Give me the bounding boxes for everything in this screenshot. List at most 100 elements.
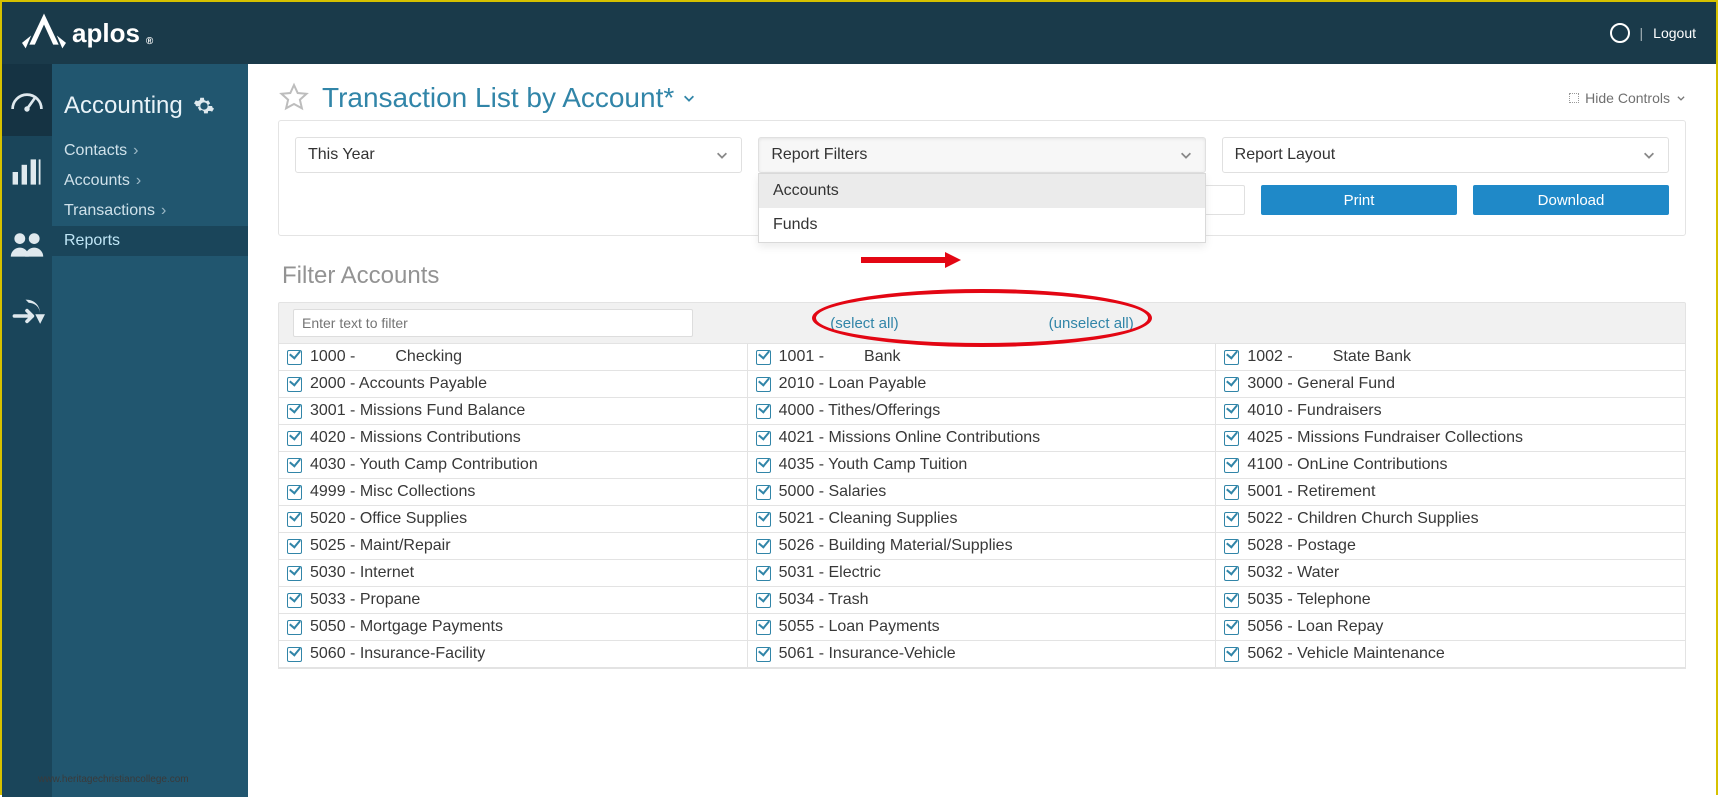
- dropdown-item-accounts[interactable]: Accounts: [759, 174, 1205, 208]
- hide-controls-toggle[interactable]: Hide Controls: [1569, 90, 1686, 106]
- favorite-star-icon[interactable]: [278, 82, 310, 114]
- rail-dashboard[interactable]: [2, 64, 52, 136]
- account-cell[interactable]: 5000 - Salaries: [748, 479, 1217, 506]
- checkbox-icon[interactable]: [287, 647, 302, 662]
- account-cell[interactable]: 5020 - Office Supplies: [279, 506, 748, 533]
- sidebar-item-contacts[interactable]: Contacts ›: [52, 136, 248, 166]
- checkbox-icon[interactable]: [1224, 485, 1239, 500]
- unselect-all-link[interactable]: (unselect all): [1049, 315, 1134, 332]
- select-all-link[interactable]: (select all): [830, 315, 898, 332]
- account-cell[interactable]: 5021 - Cleaning Supplies: [748, 506, 1217, 533]
- sidebar-item-transactions[interactable]: Transactions ›: [52, 196, 248, 226]
- sidebar-item-reports[interactable]: Reports: [52, 226, 248, 256]
- account-cell[interactable]: 2000 - Accounts Payable: [279, 371, 748, 398]
- filter-text-input[interactable]: [293, 309, 693, 337]
- download-button[interactable]: Download: [1473, 185, 1669, 215]
- checkbox-icon[interactable]: [287, 512, 302, 527]
- chevron-down-icon: [1676, 93, 1686, 103]
- account-cell[interactable]: 4035 - Youth Camp Tuition: [748, 452, 1217, 479]
- checkbox-icon[interactable]: [287, 377, 302, 392]
- checkbox-icon[interactable]: [756, 431, 771, 446]
- account-cell[interactable]: 4100 - OnLine Contributions: [1216, 452, 1685, 479]
- checkbox-icon[interactable]: [1224, 647, 1239, 662]
- account-cell[interactable]: 5001 - Retirement: [1216, 479, 1685, 506]
- checkbox-icon[interactable]: [756, 593, 771, 608]
- checkbox-icon[interactable]: [756, 512, 771, 527]
- account-cell[interactable]: 4010 - Fundraisers: [1216, 398, 1685, 425]
- account-cell[interactable]: 4021 - Missions Online Contributions: [748, 425, 1217, 452]
- account-cell[interactable]: 3001 - Missions Fund Balance: [279, 398, 748, 425]
- period-select[interactable]: This Year: [295, 137, 742, 173]
- checkbox-icon[interactable]: [1224, 377, 1239, 392]
- account-cell[interactable]: 4999 - Misc Collections: [279, 479, 748, 506]
- checkbox-icon[interactable]: [287, 485, 302, 500]
- checkbox-icon[interactable]: [756, 377, 771, 392]
- account-cell[interactable]: 5055 - Loan Payments: [748, 614, 1217, 641]
- account-cell[interactable]: 3000 - General Fund: [1216, 371, 1685, 398]
- checkbox-icon[interactable]: [287, 593, 302, 608]
- print-button[interactable]: Print: [1261, 185, 1457, 215]
- checkbox-icon[interactable]: [1224, 350, 1239, 365]
- account-cell[interactable]: 4025 - Missions Fundraiser Collections: [1216, 425, 1685, 452]
- account-cell[interactable]: 5032 - Water: [1216, 560, 1685, 587]
- checkbox-icon[interactable]: [1224, 458, 1239, 473]
- logo-mark-icon: [22, 8, 66, 59]
- account-cell[interactable]: 5026 - Building Material/Supplies: [748, 533, 1217, 560]
- rail-people[interactable]: [2, 208, 52, 280]
- dropdown-item-funds[interactable]: Funds: [759, 208, 1205, 242]
- account-cell[interactable]: 5025 - Maint/Repair: [279, 533, 748, 560]
- account-cell[interactable]: 4030 - Youth Camp Contribution: [279, 452, 748, 479]
- checkbox-icon[interactable]: [1224, 593, 1239, 608]
- account-cell[interactable]: 5056 - Loan Repay: [1216, 614, 1685, 641]
- account-cell[interactable]: 5062 - Vehicle Maintenance: [1216, 641, 1685, 668]
- account-cell[interactable]: 1001 - Bank: [748, 344, 1217, 371]
- account-cell[interactable]: 5061 - Insurance-Vehicle: [748, 641, 1217, 668]
- account-cell[interactable]: 5034 - Trash: [748, 587, 1217, 614]
- account-cell[interactable]: 5050 - Mortgage Payments: [279, 614, 748, 641]
- account-cell[interactable]: 5033 - Propane: [279, 587, 748, 614]
- account-cell[interactable]: 5031 - Electric: [748, 560, 1217, 587]
- account-cell[interactable]: 5028 - Postage: [1216, 533, 1685, 560]
- checkbox-icon[interactable]: [756, 350, 771, 365]
- checkbox-icon[interactable]: [1224, 620, 1239, 635]
- checkbox-icon[interactable]: [1224, 566, 1239, 581]
- gear-icon[interactable]: [193, 95, 215, 117]
- checkbox-icon[interactable]: [756, 566, 771, 581]
- checkbox-icon[interactable]: [756, 485, 771, 500]
- account-cell[interactable]: 2010 - Loan Payable: [748, 371, 1217, 398]
- checkbox-icon[interactable]: [287, 350, 302, 365]
- account-cell[interactable]: 5060 - Insurance-Facility: [279, 641, 748, 668]
- logout-link[interactable]: Logout: [1653, 25, 1696, 41]
- checkbox-icon[interactable]: [756, 620, 771, 635]
- account-cell[interactable]: 5022 - Children Church Supplies: [1216, 506, 1685, 533]
- chevron-down-icon: [715, 148, 729, 162]
- report-filters-select[interactable]: Report Filters: [758, 137, 1205, 173]
- account-cell[interactable]: 4000 - Tithes/Offerings: [748, 398, 1217, 425]
- checkbox-icon[interactable]: [287, 620, 302, 635]
- checkbox-icon[interactable]: [756, 647, 771, 662]
- user-icon[interactable]: [1610, 23, 1630, 43]
- checkbox-icon[interactable]: [756, 404, 771, 419]
- checkbox-icon[interactable]: [756, 539, 771, 554]
- rail-export[interactable]: [2, 280, 52, 352]
- account-cell[interactable]: 4020 - Missions Contributions: [279, 425, 748, 452]
- account-cell[interactable]: 5030 - Internet: [279, 560, 748, 587]
- top-bar: aplos ® | Logout: [2, 2, 1716, 64]
- account-cell[interactable]: 1000 - Checking: [279, 344, 748, 371]
- checkbox-icon[interactable]: [1224, 512, 1239, 527]
- checkbox-icon[interactable]: [1224, 539, 1239, 554]
- checkbox-icon[interactable]: [1224, 404, 1239, 419]
- sidebar-item-accounts[interactable]: Accounts ›: [52, 166, 248, 196]
- checkbox-icon[interactable]: [287, 458, 302, 473]
- account-cell[interactable]: 1002 - State Bank: [1216, 344, 1685, 371]
- account-cell[interactable]: 5035 - Telephone: [1216, 587, 1685, 614]
- checkbox-icon[interactable]: [287, 566, 302, 581]
- checkbox-icon[interactable]: [287, 404, 302, 419]
- rail-reports[interactable]: [2, 136, 52, 208]
- chevron-down-icon[interactable]: [682, 91, 696, 105]
- checkbox-icon[interactable]: [287, 431, 302, 446]
- checkbox-icon[interactable]: [287, 539, 302, 554]
- report-layout-select[interactable]: Report Layout: [1222, 137, 1669, 173]
- checkbox-icon[interactable]: [756, 458, 771, 473]
- checkbox-icon[interactable]: [1224, 431, 1239, 446]
